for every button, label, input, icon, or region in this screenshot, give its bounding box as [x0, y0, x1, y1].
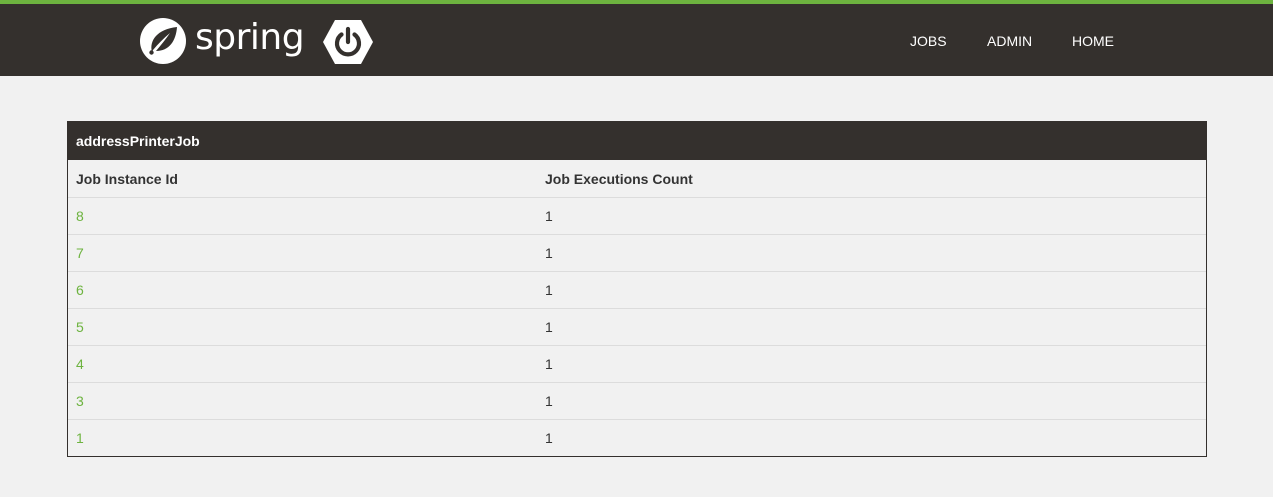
- spring-logo[interactable]: spring: [139, 17, 305, 65]
- table-row: 6 1: [68, 271, 1206, 308]
- job-instance-id-link[interactable]: 8: [76, 208, 84, 224]
- executions-count-cell: 1: [545, 356, 553, 372]
- executions-count-cell: 1: [545, 319, 553, 335]
- nav-home-link[interactable]: HOME: [1072, 4, 1114, 76]
- table-row: 4 1: [68, 345, 1206, 382]
- table-row: 7 1: [68, 234, 1206, 271]
- executions-count-cell: 1: [545, 430, 553, 446]
- job-instance-id-link[interactable]: 5: [76, 319, 84, 335]
- job-instance-id-link[interactable]: 7: [76, 245, 84, 261]
- executions-count-cell: 1: [545, 245, 553, 261]
- spring-leaf-icon: [140, 18, 186, 64]
- executions-count-cell: 1: [545, 393, 553, 409]
- table-row: 3 1: [68, 382, 1206, 419]
- top-navbar: spring JOBS ADMIN HOME: [0, 0, 1273, 76]
- executions-count-cell: 1: [545, 282, 553, 298]
- executions-count-cell: 1: [545, 208, 553, 224]
- job-instance-id-link[interactable]: 4: [76, 356, 84, 372]
- column-header-instance-id: Job Instance Id: [76, 170, 178, 187]
- nav-admin-link[interactable]: ADMIN: [987, 4, 1032, 76]
- job-instance-id-link[interactable]: 6: [76, 282, 84, 298]
- job-instance-id-link[interactable]: 1: [76, 430, 84, 446]
- table-header-row: Job Instance Id Job Executions Count: [68, 160, 1206, 197]
- nav-jobs-link[interactable]: JOBS: [910, 4, 947, 76]
- table-row: 1 1: [68, 419, 1206, 456]
- job-instance-id-link[interactable]: 3: [76, 393, 84, 409]
- job-instances-table: addressPrinterJob Job Instance Id Job Ex…: [67, 121, 1207, 457]
- spring-boot-power-icon: [323, 20, 373, 64]
- spring-wordmark: spring: [195, 17, 305, 58]
- table-row: 8 1: [68, 197, 1206, 234]
- column-header-executions-count: Job Executions Count: [545, 170, 693, 187]
- table-row: 5 1: [68, 308, 1206, 345]
- job-name-heading: addressPrinterJob: [68, 122, 1206, 160]
